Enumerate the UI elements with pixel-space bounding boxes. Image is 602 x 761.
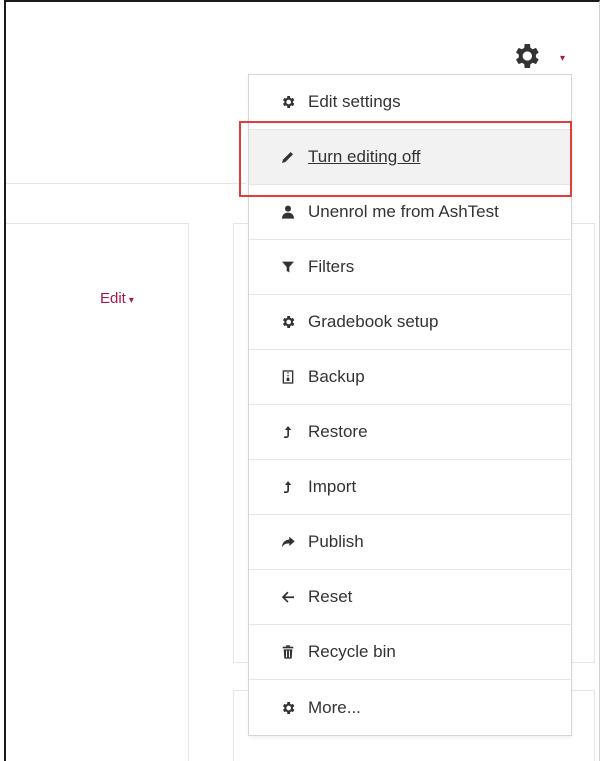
settings-menu-toggle[interactable]: ▾ (510, 40, 575, 72)
menu-item-label: Import (308, 477, 357, 496)
menu-item-label: Edit settings (308, 92, 401, 111)
header-divider (6, 183, 246, 184)
gear-icon (280, 94, 296, 110)
menu-item-label: Turn editing off (308, 147, 421, 166)
gear-icon (516, 44, 539, 68)
content-panel-left (6, 223, 189, 761)
menu-item-label: Publish (308, 532, 364, 551)
settings-dropdown-menu: Edit settings Turn editing off Unenrol me … (248, 74, 572, 736)
menu-item-publish[interactable]: Publish (249, 515, 571, 570)
edit-link-label: Edit (100, 290, 126, 307)
filter-icon (280, 259, 296, 275)
pencil-icon (280, 149, 296, 165)
share-icon (280, 534, 296, 550)
upload-icon (280, 479, 296, 495)
menu-item-backup[interactable]: Backup (249, 350, 571, 405)
arrow-left-icon (280, 589, 296, 605)
menu-item-label: Recycle bin (308, 642, 396, 661)
menu-item-restore[interactable]: Restore (249, 405, 571, 460)
menu-item-edit-settings[interactable]: Edit settings (249, 75, 571, 130)
edit-menu-link[interactable]: Edit ▾ (100, 290, 134, 307)
gear-icon (280, 700, 296, 716)
menu-item-label: Restore (308, 422, 368, 441)
menu-item-label: Reset (308, 587, 353, 606)
chevron-down-icon: ▾ (560, 53, 566, 64)
menu-item-recycle-bin[interactable]: Recycle bin (249, 625, 571, 680)
user-icon (280, 204, 296, 220)
menu-item-unenrol-me-from-ashtest[interactable]: Unenrol me from AshTest (249, 185, 571, 240)
trash-icon (280, 644, 296, 660)
menu-item-filters[interactable]: Filters (249, 240, 571, 295)
menu-item-label: Unenrol me from AshTest (308, 202, 499, 221)
menu-item-reset[interactable]: Reset (249, 570, 571, 625)
chevron-down-icon: ▾ (128, 295, 134, 306)
menu-item-more[interactable]: More... (249, 680, 571, 735)
menu-item-turn-editing-off[interactable]: Turn editing off (249, 130, 571, 185)
menu-item-label: Backup (308, 367, 365, 386)
file-zip-icon (280, 369, 296, 385)
gear-icon (280, 314, 296, 330)
menu-item-gradebook-setup[interactable]: Gradebook setup (249, 295, 571, 350)
upload-icon (280, 424, 296, 440)
menu-item-label: Filters (308, 257, 355, 276)
menu-item-label: Gradebook setup (308, 312, 439, 331)
menu-item-import[interactable]: Import (249, 460, 571, 515)
menu-item-label: More... (308, 697, 361, 717)
